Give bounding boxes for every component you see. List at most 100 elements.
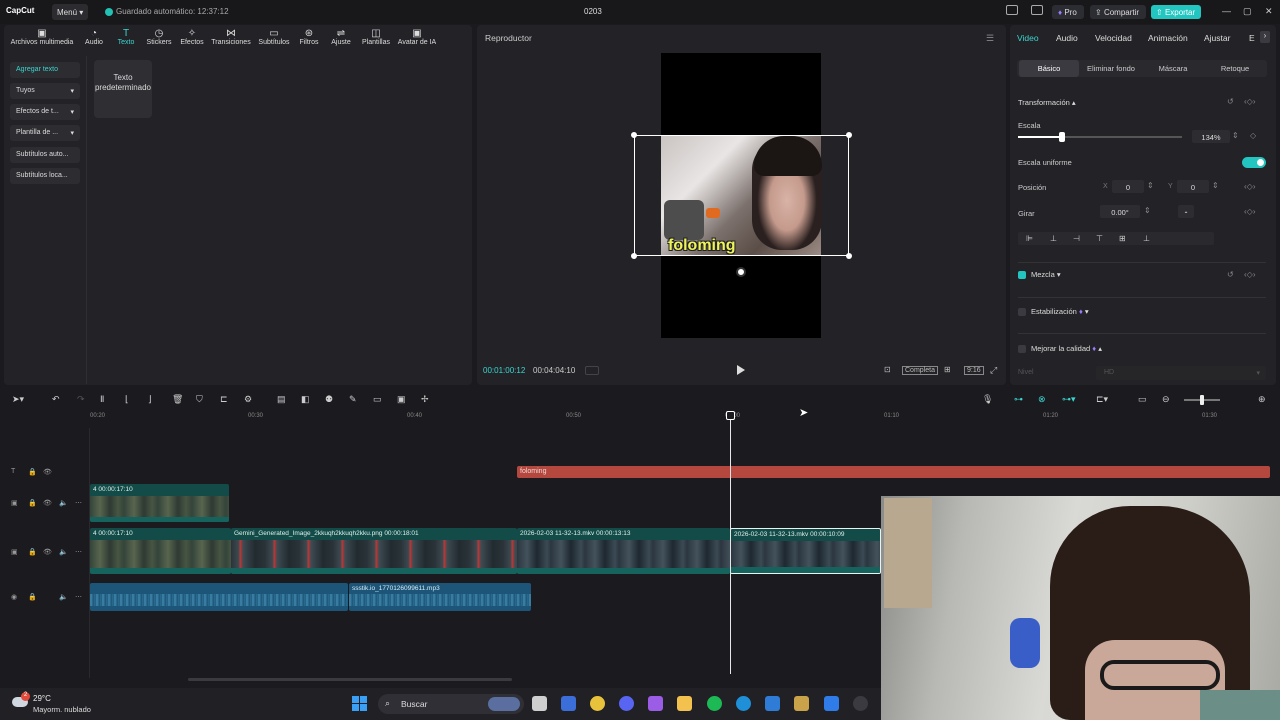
side-item-text-effects[interactable]: Efectos de t... ▾ [10,104,80,120]
rotate-field[interactable]: 0.00° [1100,205,1140,218]
delete-icon[interactable]: 🗑 [172,394,183,405]
lock-icon[interactable]: 🔒 [28,468,37,476]
more-icon[interactable]: ⋯ [75,548,82,556]
blend-section[interactable]: Mezcla ▾ [1031,270,1061,279]
export-button[interactable]: ⇧ Exportar [1151,5,1201,19]
file-explorer-icon[interactable] [677,696,692,711]
close-icon[interactable]: ✕ [1265,6,1273,17]
eye-icon[interactable]: 👁 [43,468,52,476]
notes-icon[interactable] [794,696,809,711]
copilot-icon[interactable] [648,696,663,711]
subtab-remove-bg[interactable]: Eliminar fondo [1082,60,1140,77]
menu-icon[interactable]: ☰ [986,33,994,44]
chrome-icon[interactable] [590,696,605,711]
crop-icon[interactable]: ⊏ [220,394,228,405]
tab-audio-props[interactable]: Audio [1056,33,1078,43]
level-select[interactable]: HD ▾ [1096,366,1266,380]
lock-icon[interactable]: 🔒 [28,499,37,507]
rotate-flip-button[interactable]: ⁃ [1178,205,1194,218]
zoom-slider-knob[interactable] [1200,395,1204,405]
quality-section[interactable]: Mejorar la calidad ♦ ▴ [1031,344,1102,353]
mute-icon[interactable]: 🔈 [59,499,68,507]
more-icon[interactable]: ⋯ [75,593,82,601]
align-right-icon[interactable]: ⊣ [1073,234,1080,243]
tab-stickers[interactable]: ◷ Stickers [145,28,173,50]
pro-button[interactable]: ♦ Pro [1052,5,1084,19]
share-button[interactable]: ⇪ Compartir [1090,5,1146,19]
freeze-icon[interactable]: ▤ [277,394,286,405]
tab-audio[interactable]: ◔ Audio [82,28,106,50]
discord-icon[interactable] [619,696,634,711]
tab-adjust[interactable]: ⇌ Ajuste [328,28,354,50]
align-bottom-icon[interactable]: ⊥ [1143,234,1150,243]
reset-icon[interactable]: ↺ [1227,97,1234,106]
stepper-icon[interactable]: ⇕ [1144,206,1151,215]
tab-adjust-props[interactable]: Ajustar [1204,33,1230,43]
align-left-icon[interactable]: ⊫ [1026,234,1033,243]
blend-checkbox[interactable] [1018,271,1026,279]
side-item-yours[interactable]: Tuyos ▾ [10,83,80,99]
zoom-in-icon[interactable]: ⊕ [1258,394,1266,405]
split-icon[interactable]: Ⅱ [100,394,104,405]
tab-speed[interactable]: Velocidad [1095,33,1132,43]
tab-templates[interactable]: ◫ Plantillas [360,28,392,50]
magic-icon[interactable]: ✎ [349,394,357,405]
more-icon[interactable]: ⋯ [75,499,82,507]
playhead[interactable] [730,412,731,674]
scale-value[interactable]: 134% [1192,130,1230,143]
main-clip-selected[interactable]: 2026-02-03 11-32-13.mkv 00:00:10:09 [730,528,881,574]
pos-x-field[interactable]: 0 [1112,180,1144,193]
mute-icon[interactable]: 🔈 [59,548,68,556]
snapshot-icon[interactable]: ⊞ [944,365,951,374]
ai-tools-icon[interactable]: ✢ [421,394,429,405]
crop-icon[interactable]: ⊡ [884,365,891,374]
link-clips-icon[interactable]: ⊶ [1014,394,1023,405]
task-view-icon[interactable] [532,696,547,711]
resize-handle[interactable] [631,253,637,259]
rotate-handle[interactable] [736,267,746,277]
audio-clip[interactable]: ssstik.io_1770126099611.mp3 [349,583,531,611]
timecode-grid-icon[interactable] [585,366,599,375]
mic-icon[interactable]: 🎙 [982,394,993,405]
snap-icon[interactable]: ⊏▾ [1096,394,1108,405]
stepper-icon[interactable]: ⇕ [1212,181,1219,190]
minimize-icon[interactable]: — [1222,6,1231,16]
auto-reframe-icon[interactable]: ⚙ [244,394,252,405]
resize-handle[interactable] [631,132,637,138]
text-clip[interactable]: foloming [517,466,1270,478]
play-icon[interactable] [737,365,745,375]
transform-section[interactable]: Transformación ▴ [1018,98,1076,107]
subtab-basic[interactable]: Básico [1019,60,1079,77]
resize-handle[interactable] [846,253,852,259]
tab-video[interactable]: Video [1017,33,1039,43]
main-clip[interactable]: 4 00:00:17:10 [90,528,231,574]
stepper-icon[interactable]: ⇕ [1232,131,1239,140]
subtab-retouch[interactable]: Retoque [1205,60,1265,77]
remove-bg-icon[interactable]: ⚉ [325,394,333,405]
timeline-scrollbar[interactable] [188,678,512,681]
magnet-icon[interactable]: ⊗ [1038,394,1046,405]
edge-icon[interactable] [736,696,751,711]
playhead-handle[interactable] [726,411,735,420]
maximize-icon[interactable]: ▢ [1243,6,1252,17]
pos-y-field[interactable]: 0 [1177,180,1209,193]
audio-clip[interactable] [90,583,348,611]
chevron-right-icon[interactable]: › [1260,31,1270,43]
quality-checkbox[interactable] [1018,345,1026,353]
shortcuts-icon[interactable] [1031,5,1043,15]
spotify-icon[interactable] [707,696,722,711]
menu-button[interactable]: Menú ▾ [52,4,88,20]
trim-left-icon[interactable]: ⌊ [125,394,129,405]
full-quality-button[interactable]: Completa [902,366,938,375]
cursor-icon[interactable]: ➤▾ [12,394,24,405]
eye-icon[interactable]: 👁 [43,499,52,507]
weather-temp[interactable]: 29°C [33,694,51,703]
windows-start-icon[interactable] [352,696,368,712]
side-item-auto-captions[interactable]: Subtítulos auto... [10,147,80,163]
search-highlight-icon[interactable] [488,697,520,711]
mirror-icon[interactable]: ◧ [301,394,310,405]
tab-media[interactable]: ▣ Archivos multimedia [8,28,76,50]
undo-icon[interactable]: ↶ [52,394,60,405]
caption-icon[interactable]: ▭ [1138,394,1147,405]
redo-icon[interactable]: ↷ [77,394,85,405]
